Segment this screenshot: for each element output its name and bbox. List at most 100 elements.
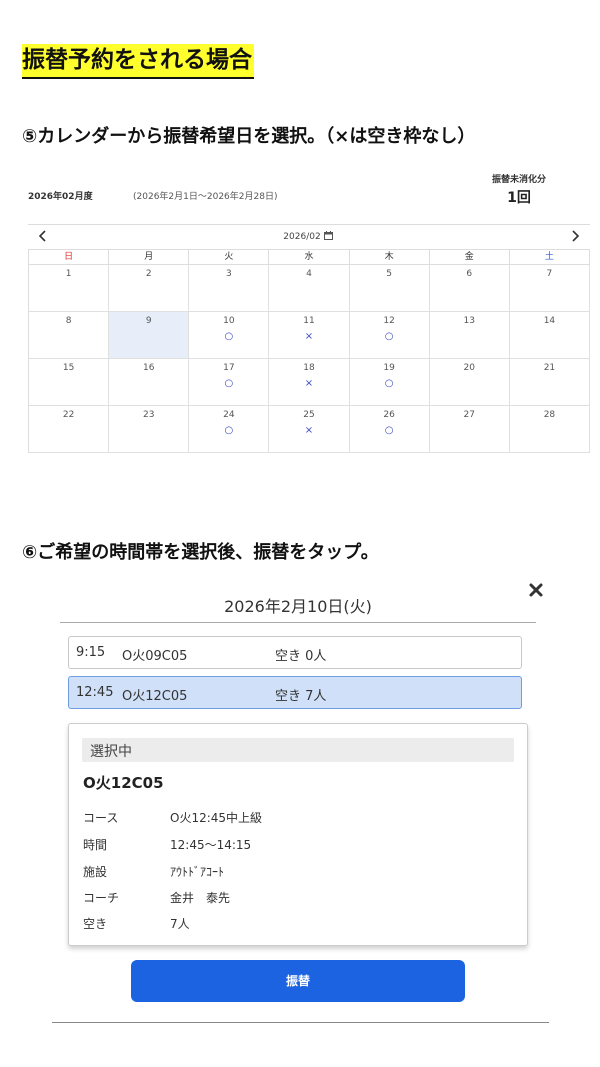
calendar-day-cell[interactable]: 26 ○ — [350, 406, 430, 452]
slot-time: 12:45 — [76, 685, 114, 700]
availability-full-mark: × — [304, 331, 314, 342]
calendar-icon — [323, 231, 333, 240]
slot-time: 9:15 — [76, 645, 106, 660]
unused-swaps-label: 振替未消化分 — [491, 175, 546, 185]
calendar-day-cell[interactable]: 18 × — [269, 359, 350, 405]
detail-label: 空き — [83, 917, 108, 931]
day-number: 17 — [223, 363, 235, 373]
calendar-day-cell[interactable]: 24 ○ — [189, 406, 270, 452]
calendar-day-cell[interactable]: 21 — [510, 359, 590, 405]
calendar-header: 2026/02 — [28, 225, 590, 249]
modal-date-title: 2026年2月10日(火) — [224, 597, 372, 616]
detail-header: 選択中 — [82, 738, 514, 762]
day-number: 26 — [383, 410, 395, 420]
detail-value: 金井 泰先 — [170, 891, 231, 905]
day-number: 23 — [142, 410, 155, 420]
day-number: 22 — [62, 410, 75, 420]
availability-open-mark: ○ — [384, 425, 394, 436]
calendar-day-cell[interactable]: 2 — [109, 265, 190, 311]
day-number: 19 — [383, 363, 395, 373]
detail-class-code: O火12C05 — [83, 774, 164, 792]
calendar-day-cell[interactable]: 20 — [430, 359, 510, 405]
unused-swaps-count: 1回 — [507, 190, 531, 206]
calendar-day-cell-selected[interactable]: 9 — [109, 312, 190, 358]
day-number: 11 — [303, 316, 315, 326]
calendar-day-cell[interactable]: 6 — [430, 265, 510, 311]
chevron-right-icon[interactable] — [567, 228, 583, 244]
slot-vacancy: 空き 0人 — [275, 649, 327, 664]
bottom-divider — [52, 1022, 549, 1023]
step6-heading: ⑥ご希望の時間帯を選択後、振替をタップ。 — [22, 542, 379, 563]
close-icon[interactable] — [528, 582, 544, 598]
step5-heading: ⑤カレンダーから振替希望日を選択。（×は空き枠なし） — [22, 126, 476, 147]
weekday-sun: 日 — [29, 250, 110, 264]
slot-vacancy: 空き 7人 — [275, 689, 327, 704]
calendar-month-picker[interactable]: 2026/02 — [258, 231, 358, 242]
calendar-day-cell[interactable]: 22 — [29, 406, 110, 452]
detail-label: コース — [83, 811, 119, 825]
slot-class-code: O火12C05 — [122, 689, 188, 704]
day-number: 25 — [303, 410, 315, 420]
calendar-day-cell[interactable]: 10 ○ — [189, 312, 270, 358]
calendar-day-cell[interactable]: 5 — [350, 265, 430, 311]
day-number: 5 — [386, 269, 392, 279]
fiscal-month-label: 2026年02月度 — [28, 192, 93, 202]
calendar-day-cell[interactable]: 27 — [430, 406, 510, 452]
swap-button[interactable]: 振替 — [131, 960, 465, 1002]
day-number: 6 — [466, 269, 473, 279]
calendar-day-cell[interactable]: 16 — [109, 359, 190, 405]
weekday-thu: 木 — [350, 250, 430, 264]
day-number: 10 — [223, 316, 235, 326]
time-slot-option[interactable]: 9:15 O火09C05 空き 0人 — [68, 636, 522, 669]
calendar-day-cell[interactable]: 15 — [29, 359, 110, 405]
calendar-day-cell[interactable]: 12 ○ — [350, 312, 430, 358]
calendar-week-row: 1 2 3 4 5 6 7 — [29, 265, 590, 312]
availability-open-mark: ○ — [384, 331, 394, 342]
calendar-day-cell[interactable]: 23 — [109, 406, 190, 452]
calendar-day-cell[interactable]: 7 — [510, 265, 590, 311]
weekday-header-row: 日 月 火 水 木 金 土 — [29, 249, 590, 265]
chevron-left-icon[interactable] — [35, 228, 51, 244]
day-number: 20 — [463, 363, 475, 373]
day-number: 3 — [225, 269, 232, 279]
day-number: 7 — [546, 269, 553, 279]
weekday-mon: 月 — [109, 250, 190, 264]
weekday-wed: 水 — [269, 250, 350, 264]
slot-class-code: O火09C05 — [122, 649, 188, 664]
day-number: 1 — [65, 269, 72, 279]
detail-value: 12:45〜14:15 — [170, 838, 252, 852]
weekday-fri: 金 — [430, 250, 510, 264]
day-number: 9 — [145, 316, 152, 326]
calendar-day-cell[interactable]: 25 × — [269, 406, 350, 452]
calendar-day-cell[interactable]: 4 — [269, 265, 350, 311]
day-number: 14 — [543, 316, 556, 326]
selected-class-detail-card: 選択中 O火12C05 コース O火12:45中上級 時間 12:45〜14:1… — [68, 723, 528, 946]
day-number: 12 — [383, 316, 395, 326]
availability-full-mark: × — [304, 425, 314, 436]
calendar-day-cell[interactable]: 3 — [189, 265, 270, 311]
calendar-day-cell[interactable]: 8 — [29, 312, 110, 358]
day-number: 18 — [303, 363, 315, 373]
day-number: 21 — [543, 363, 556, 373]
main-heading: 振替予約をされる場合 — [22, 44, 254, 79]
calendar-day-cell[interactable]: 19 ○ — [350, 359, 430, 405]
calendar-grid: 日 月 火 水 木 金 土 1 2 3 4 5 6 7 8 9 10 ○ 11 × 12 ○ 13 14 15 16… — [28, 249, 590, 453]
calendar-day-cell[interactable]: 28 — [510, 406, 590, 452]
date-range-label: (2026年2月1日〜2026年2月28日) — [133, 192, 278, 202]
availability-open-mark: ○ — [224, 425, 234, 436]
detail-value: O火12:45中上級 — [170, 811, 263, 825]
calendar-weeks: 1 2 3 4 5 6 7 8 9 10 ○ 11 × 12 ○ 13 14 15 16 17 ○ 18 × 19 ○ 20 21 2… — [29, 265, 590, 453]
calendar-day-cell[interactable]: 11 × — [269, 312, 350, 358]
calendar-week-row: 8 9 10 ○ 11 × 12 ○ 13 14 — [29, 312, 590, 359]
calendar-day-cell[interactable]: 17 ○ — [189, 359, 270, 405]
availability-full-mark: × — [304, 378, 314, 389]
calendar-day-cell[interactable]: 13 — [430, 312, 510, 358]
day-number: 28 — [543, 410, 556, 420]
day-number: 4 — [306, 269, 312, 279]
calendar-week-row: 15 16 17 ○ 18 × 19 ○ 20 21 — [29, 359, 590, 406]
calendar-month-label: 2026/02 — [283, 232, 321, 242]
calendar-day-cell[interactable]: 1 — [29, 265, 110, 311]
time-slot-option-selected[interactable]: 12:45 O火12C05 空き 7人 — [68, 676, 522, 709]
day-number: 8 — [65, 316, 72, 326]
calendar-day-cell[interactable]: 14 — [510, 312, 590, 358]
